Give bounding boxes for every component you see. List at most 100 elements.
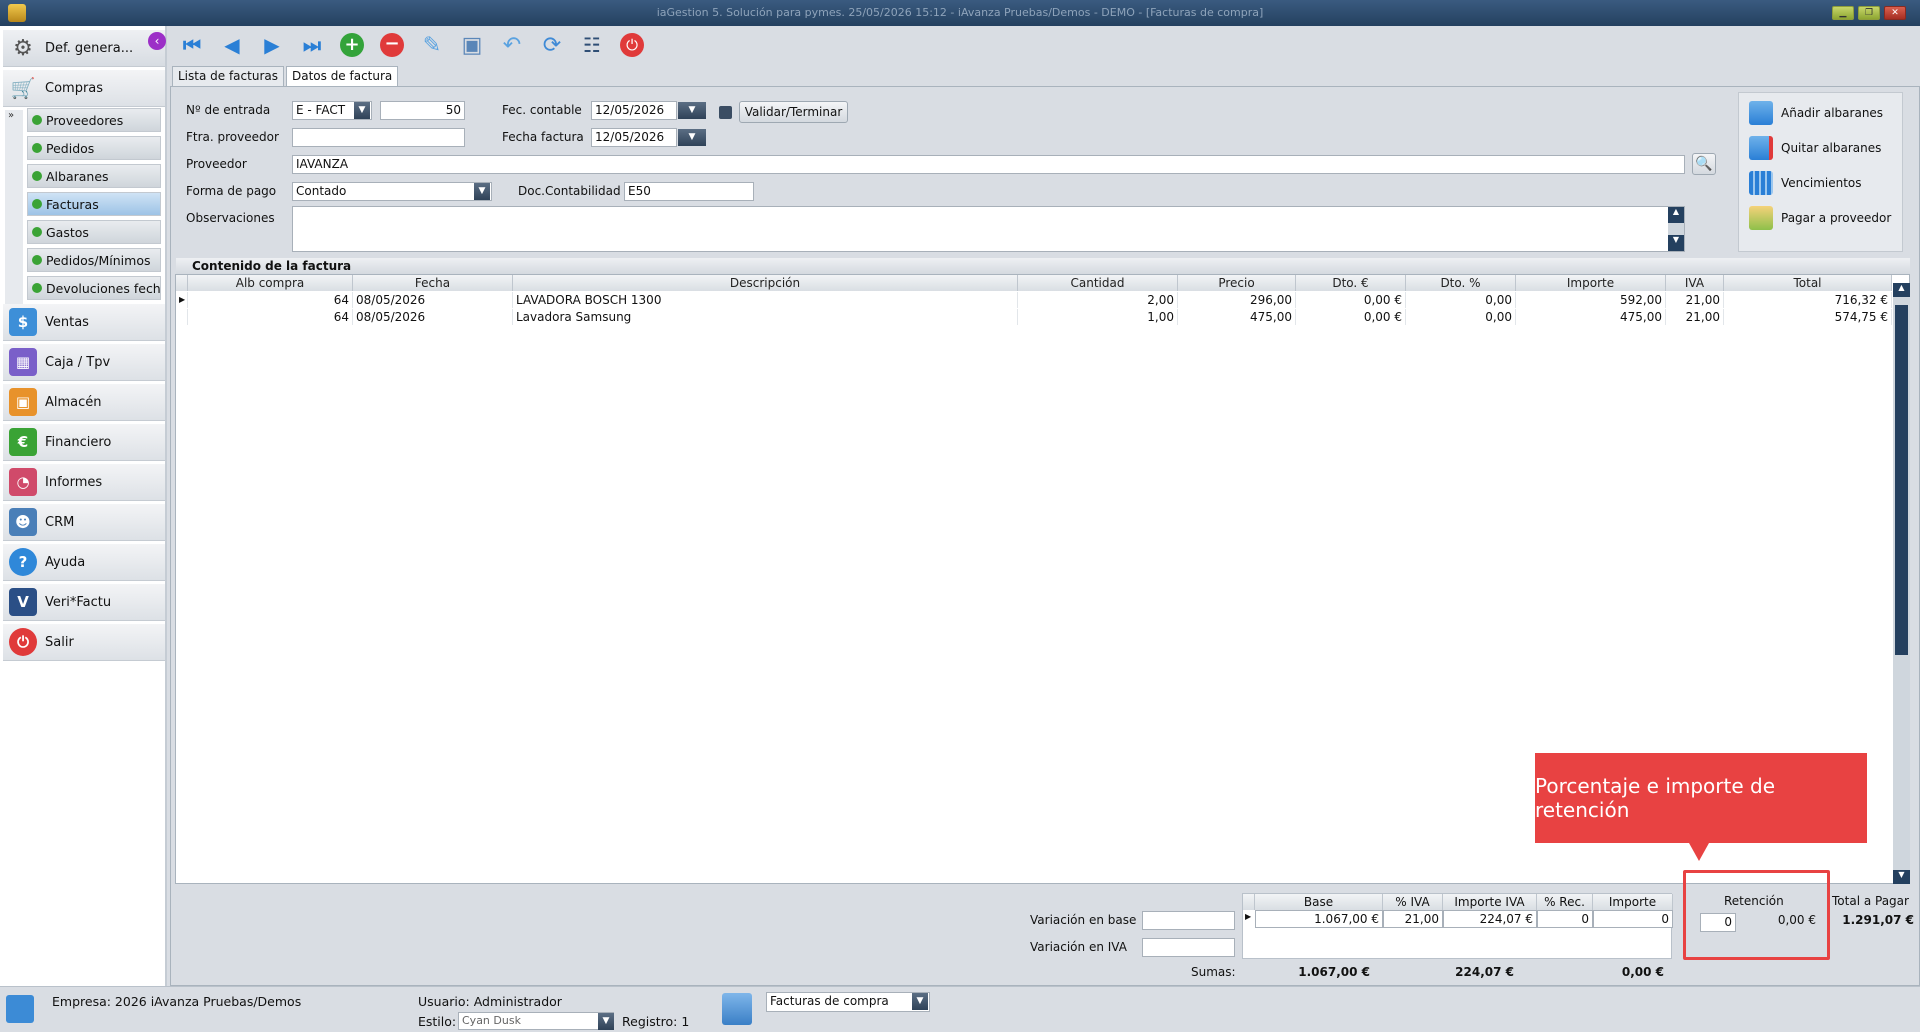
module-salir[interactable]: ⏻ Salir <box>3 624 165 661</box>
variacion-iva-field[interactable] <box>1142 938 1235 957</box>
remove-albaranes-button[interactable]: Quitar albaranes <box>1749 134 1881 162</box>
scroll-down-icon[interactable]: ▼ <box>1668 235 1684 251</box>
importe-iva-value[interactable]: 224,07 € <box>1443 910 1537 928</box>
cell[interactable]: 21,00 <box>1666 292 1724 308</box>
search-icon[interactable]: 🔍 <box>1692 153 1716 175</box>
undo-button[interactable]: ↶ <box>498 31 526 59</box>
pagar-proveedor-button[interactable]: Pagar a proveedor <box>1749 204 1891 232</box>
iva-pct-value[interactable]: 21,00 <box>1383 910 1443 928</box>
delete-record-button[interactable]: − <box>378 31 406 59</box>
cell[interactable]: 0,00 € <box>1296 292 1406 308</box>
submenu-pedidos[interactable]: Pedidos <box>27 136 161 160</box>
maximize-button[interactable]: ❐ <box>1858 6 1880 20</box>
scrollbar-thumb[interactable] <box>1895 305 1908 655</box>
importe-recargo-value[interactable]: 0 <box>1593 910 1673 928</box>
expand-chevron-icon[interactable]: » <box>8 110 14 121</box>
cell[interactable]: 574,75 € <box>1724 309 1892 325</box>
column-header[interactable]: Fecha <box>353 275 513 291</box>
module-informes[interactable]: ◔ Informes <box>3 464 165 501</box>
previous-record-button[interactable]: ◀ <box>218 31 246 59</box>
submenu-devoluciones[interactable]: Devoluciones fecha <box>27 276 161 300</box>
cell[interactable]: 08/05/2026 <box>353 309 513 325</box>
ftra-proveedor-field[interactable] <box>292 128 465 147</box>
cell[interactable]: 0,00 <box>1406 292 1516 308</box>
cell[interactable]: 296,00 <box>1178 292 1296 308</box>
module-verifactu[interactable]: V Veri*Factu <box>3 584 165 621</box>
calendar-dropdown-icon[interactable]: ▼ <box>678 102 706 119</box>
module-compras[interactable]: 🛒 Compras <box>3 70 165 107</box>
cell[interactable]: 64 <box>188 292 353 308</box>
module-select[interactable]: Facturas de compra <box>766 992 930 1012</box>
first-record-button[interactable]: ⏮ <box>178 31 206 59</box>
module-ayuda[interactable]: ? Ayuda <box>3 544 165 581</box>
table-row[interactable]: ▶ 64 08/05/2026 LAVADORA BOSCH 1300 2,00… <box>176 292 1892 309</box>
doc-contabilidad-field[interactable]: E50 <box>624 182 754 201</box>
minimize-button[interactable]: ▁ <box>1832 6 1854 20</box>
chevron-down-icon[interactable]: ▼ <box>598 1013 614 1030</box>
cell[interactable]: 475,00 <box>1178 309 1296 325</box>
column-header[interactable]: Descripción <box>513 275 1018 291</box>
cell[interactable]: 716,32 € <box>1724 292 1892 308</box>
submenu-proveedores[interactable]: Proveedores <box>27 108 161 132</box>
forma-pago-select[interactable]: Contado <box>292 182 492 201</box>
module-ventas[interactable]: $ Ventas <box>3 304 165 341</box>
submenu-facturas[interactable]: Facturas <box>27 192 161 216</box>
calendar-dropdown-icon[interactable]: ▼ <box>678 129 706 146</box>
cell[interactable]: 0,00 € <box>1296 309 1406 325</box>
fec-contable-field[interactable]: 12/05/2026 <box>591 101 677 120</box>
variacion-base-field[interactable] <box>1142 911 1235 930</box>
column-header[interactable]: Alb compra <box>188 275 353 291</box>
cell[interactable]: LAVADORA BOSCH 1300 <box>513 292 1018 308</box>
column-header[interactable]: Total <box>1724 275 1892 291</box>
cell[interactable]: 08/05/2026 <box>353 292 513 308</box>
scroll-up-icon[interactable]: ▲ <box>1668 207 1684 223</box>
refresh-button[interactable]: ⟳ <box>538 31 566 59</box>
chevron-down-icon[interactable]: ▼ <box>354 102 370 119</box>
close-button[interactable]: ✕ <box>1884 6 1906 20</box>
submenu-albaranes[interactable]: Albaranes <box>27 164 161 188</box>
cell[interactable]: Lavadora Samsung <box>513 309 1018 325</box>
chevron-down-icon[interactable]: ▼ <box>474 183 490 200</box>
last-record-button[interactable]: ⏭ <box>298 31 326 59</box>
observaciones-field[interactable] <box>292 206 1685 252</box>
chevron-down-icon[interactable]: ▼ <box>912 993 928 1010</box>
tab-datos-factura[interactable]: Datos de factura <box>285 66 399 86</box>
cell[interactable]: 21,00 <box>1666 309 1724 325</box>
column-header[interactable]: Dto. € <box>1296 275 1406 291</box>
column-header[interactable]: Cantidad <box>1018 275 1178 291</box>
vencimientos-button[interactable]: Vencimientos <box>1749 169 1862 197</box>
module-financiero[interactable]: € Financiero <box>3 424 165 461</box>
table-row[interactable]: 64 08/05/2026 Lavadora Samsung 1,00 475,… <box>176 309 1892 326</box>
scroll-up-icon[interactable]: ▲ <box>1893 283 1910 297</box>
proveedor-field[interactable]: IAVANZA <box>292 155 1685 174</box>
fecha-factura-field[interactable]: 12/05/2026 <box>591 128 677 147</box>
entrada-number-field[interactable]: 50 <box>380 101 465 120</box>
cell[interactable]: 0,00 <box>1406 309 1516 325</box>
module-caja[interactable]: ▦ Caja / Tpv <box>3 344 165 381</box>
rec-pct-value[interactable]: 0 <box>1537 910 1593 928</box>
tab-lista-facturas[interactable]: Lista de facturas <box>172 66 284 86</box>
cell[interactable]: 592,00 <box>1516 292 1666 308</box>
exit-button[interactable]: ⏻ <box>618 31 646 59</box>
column-header[interactable]: Dto. % <box>1406 275 1516 291</box>
search-records-button[interactable]: ☷ <box>578 31 606 59</box>
cell[interactable]: 2,00 <box>1018 292 1178 308</box>
save-record-button[interactable]: ▣ <box>458 31 486 59</box>
validar-terminar-button[interactable]: Validar/Terminar <box>739 101 848 123</box>
cell[interactable]: 475,00 <box>1516 309 1666 325</box>
module-crm[interactable]: ☻ CRM <box>3 504 165 541</box>
cell[interactable]: 64 <box>188 309 353 325</box>
collapse-sidebar-button[interactable]: ‹ <box>148 32 166 50</box>
observaciones-scrollbar[interactable]: ▲ ▼ <box>1668 207 1684 251</box>
cell[interactable]: 1,00 <box>1018 309 1178 325</box>
edit-record-button[interactable]: ✎ <box>418 31 446 59</box>
submenu-gastos[interactable]: Gastos <box>27 220 161 244</box>
add-record-button[interactable]: + <box>338 31 366 59</box>
column-header[interactable]: Importe <box>1516 275 1666 291</box>
base-value[interactable]: 1.067,00 € <box>1255 910 1383 928</box>
module-almacen[interactable]: ▣ Almacén <box>3 384 165 421</box>
general-settings-button[interactable]: ⚙ Def. genera... <box>3 30 165 67</box>
submenu-pedidos-minimos[interactable]: Pedidos/Mínimos <box>27 248 161 272</box>
grid-scrollbar[interactable]: ▲ ▼ <box>1893 283 1910 884</box>
estilo-select[interactable]: Cyan Dusk <box>458 1012 614 1030</box>
